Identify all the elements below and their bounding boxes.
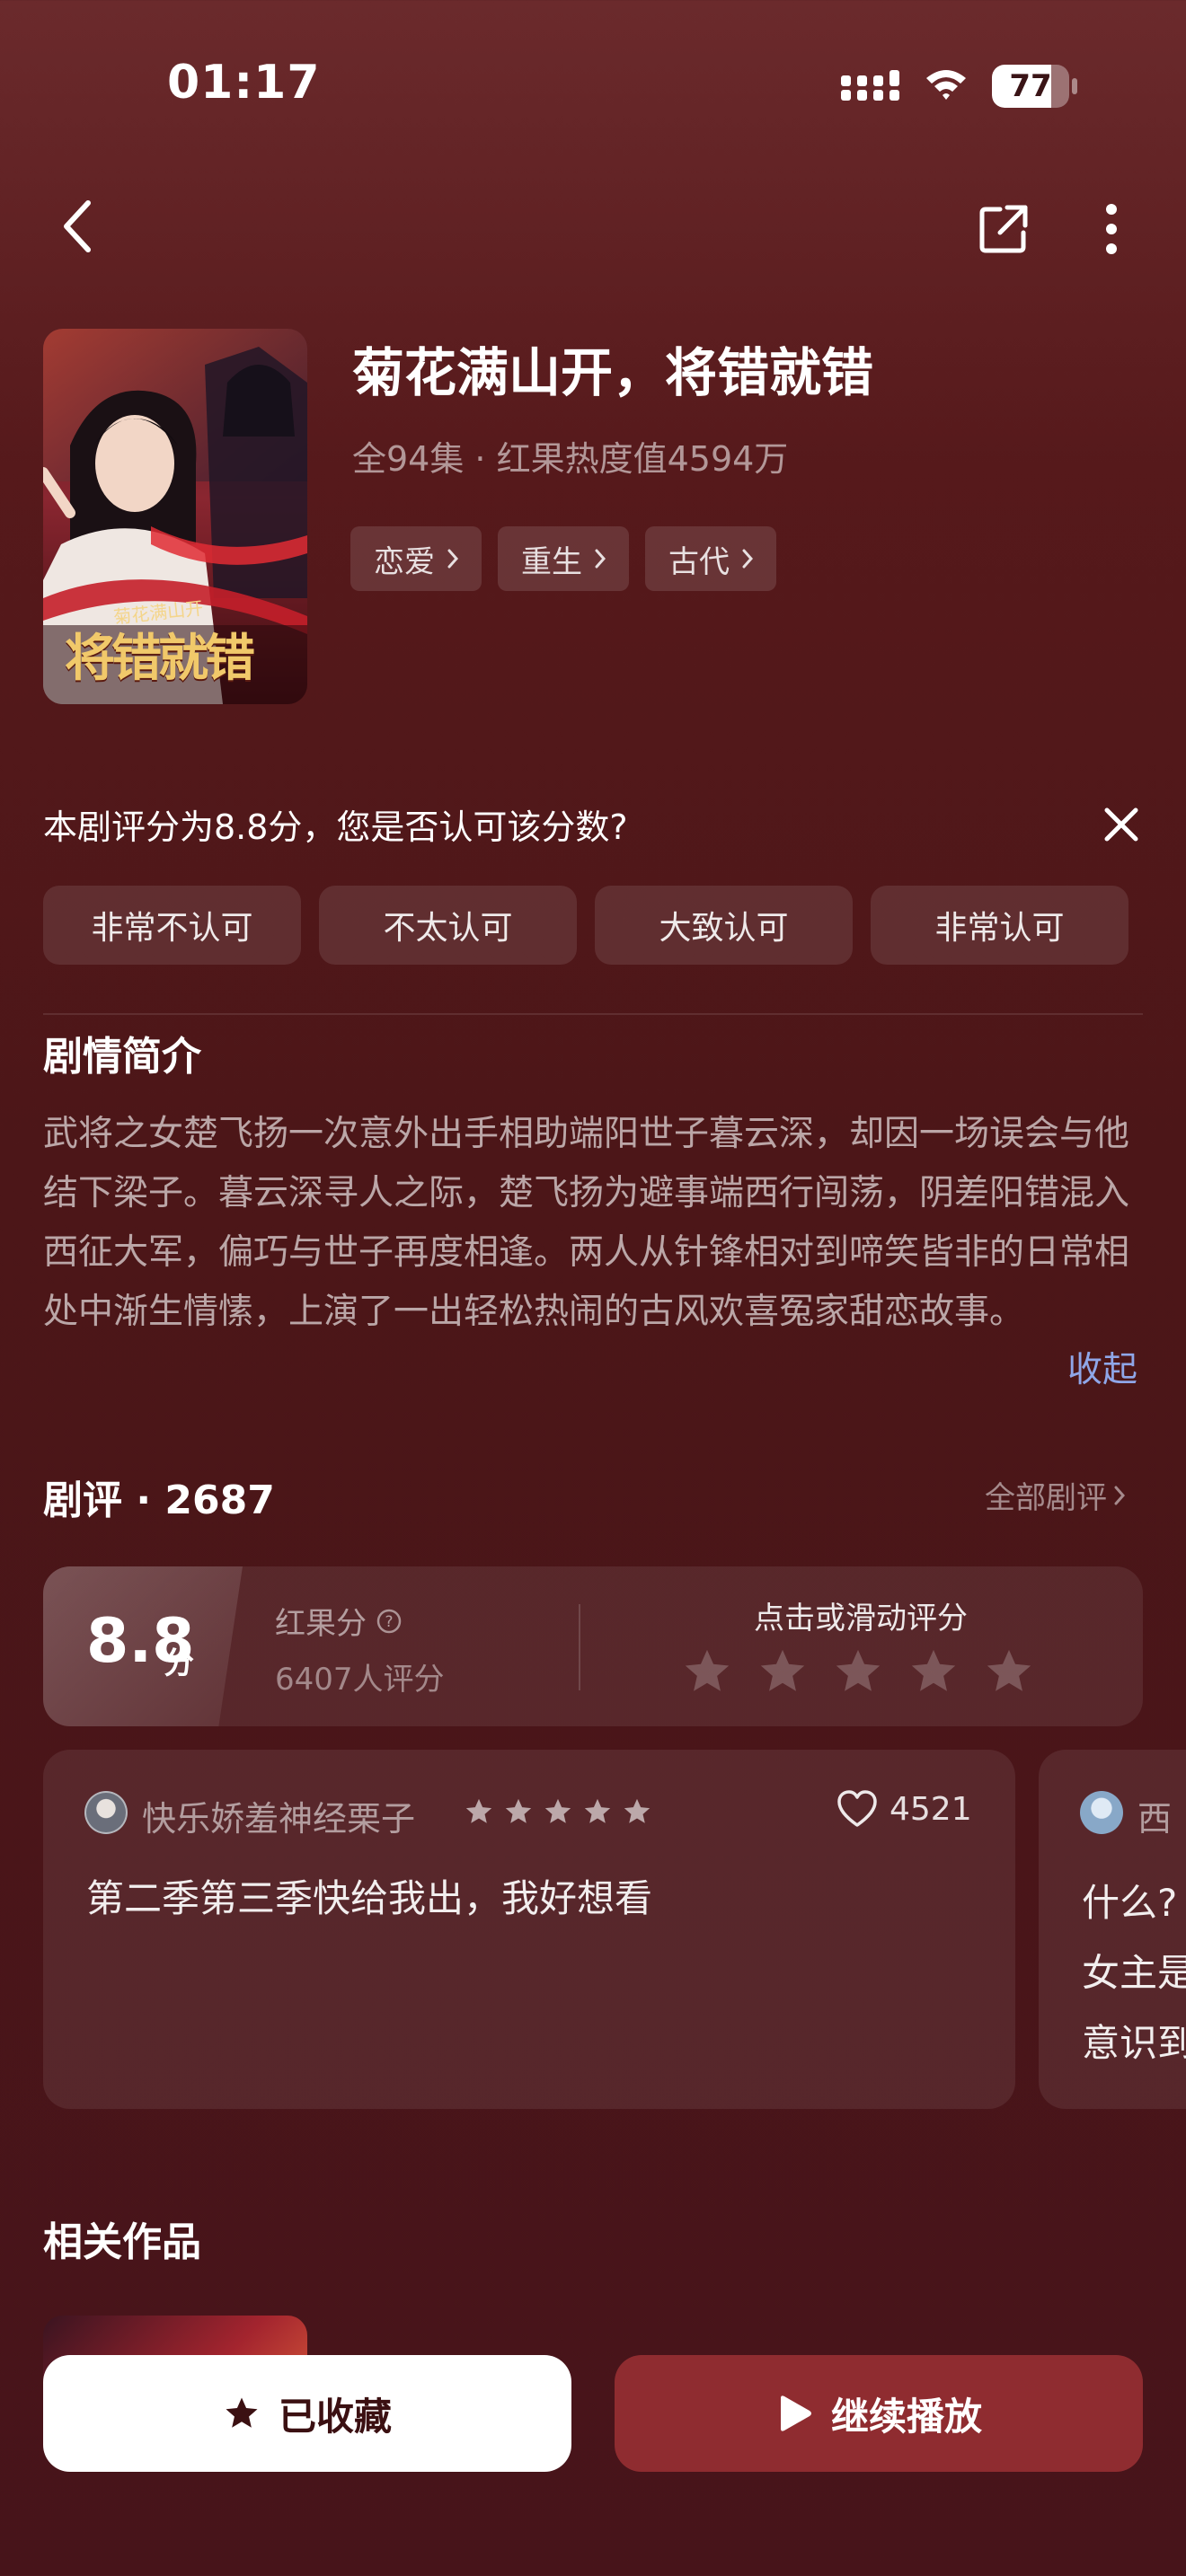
more-options-button[interactable] [1087, 198, 1136, 260]
tag-rebirth[interactable]: 重生 [498, 526, 629, 591]
review-line: 意识到 [1082, 2021, 1186, 2065]
review-text: 第二季第三季快给我出，我好想看 [86, 1876, 653, 1920]
score-card: 8.8 分 红果分 ? 6407人评分 点击或滑动评分 [43, 1566, 1143, 1726]
star-icon [624, 1798, 651, 1823]
rating-prompt-question: 本剧评分为8.8分，您是否认可该分数? [43, 807, 628, 847]
score-separator [579, 1604, 580, 1690]
score-label-text: 红果分 [275, 1606, 367, 1642]
score-label: 红果分 ? [275, 1599, 403, 1643]
star-icon[interactable] [983, 1645, 1035, 1698]
option-disagree[interactable]: 不太认可 [319, 886, 577, 965]
rating-stars[interactable] [681, 1645, 1035, 1698]
status-time: 01:17 [167, 56, 321, 110]
rate-hint: 点击或滑动评分 [754, 1601, 968, 1636]
tag-label: 重生 [521, 543, 582, 580]
poster-title: 将错就错 [65, 629, 255, 688]
review-card[interactable]: 快乐娇羞神经栗子 4521 第二季第三季快给我出，我好想看 [43, 1750, 1015, 2109]
favorite-button[interactable]: 已收藏 [43, 2355, 571, 2472]
option-strongly-disagree[interactable]: 非常不认可 [43, 886, 301, 965]
rating-options: 非常不认可 不太认可 大致认可 非常认可 [43, 886, 1128, 965]
battery-indicator: 77 [992, 65, 1078, 108]
continue-play-button[interactable]: 继续播放 [615, 2355, 1143, 2472]
related-heading: 相关作品 [43, 2219, 201, 2265]
synopsis-text: 武将之女楚飞扬一次意外出手相助端阳世子暮云深，却因一场误会与他结下梁子。暮云深寻… [43, 1114, 1130, 1332]
review-username[interactable]: 西 [1137, 1791, 1172, 1840]
chevron-left-icon [64, 200, 91, 252]
all-reviews-link[interactable]: 全部剧评 [985, 1473, 1125, 1517]
star-icon [465, 1798, 492, 1823]
star-icon [505, 1798, 532, 1823]
close-prompt-button[interactable] [1098, 801, 1145, 848]
chevron-right-icon [742, 549, 753, 569]
reviews-heading: 剧评 · 2687 [43, 1478, 275, 1523]
star-icon [544, 1798, 571, 1823]
all-reviews-label: 全部剧评 [985, 1480, 1107, 1516]
show-poster[interactable]: 菊花满山开 将错就错 [43, 329, 307, 704]
help-icon[interactable]: ? [376, 1608, 403, 1635]
play-icon [780, 2395, 811, 2431]
cellular-signal-icon [841, 70, 899, 101]
tag-label: 恋爱 [374, 543, 435, 580]
close-icon [1104, 807, 1138, 842]
svg-text:?: ? [385, 1613, 393, 1631]
like-button[interactable]: 4521 [836, 1789, 972, 1829]
avatar[interactable] [84, 1791, 128, 1834]
back-button[interactable] [50, 194, 104, 259]
review-card[interactable]: 西 什么? 女主是 意识到 [1039, 1750, 1186, 2109]
chevron-right-icon [447, 549, 458, 569]
star-icon[interactable] [907, 1645, 960, 1698]
play-label: 继续播放 [830, 2394, 982, 2439]
option-strongly-agree[interactable]: 非常认可 [871, 886, 1128, 965]
like-count: 4521 [890, 1790, 972, 1828]
synopsis-heading: 剧情简介 [43, 1034, 201, 1080]
review-stars [464, 1796, 652, 1827]
score-unit: 分 [164, 1645, 194, 1681]
tag-romance[interactable]: 恋爱 [350, 526, 482, 591]
share-button[interactable] [972, 198, 1035, 260]
tag-ancient[interactable]: 古代 [645, 526, 776, 591]
battery-percent: 77 [1009, 68, 1052, 104]
star-icon[interactable] [832, 1645, 884, 1698]
review-line: 女主是 [1082, 1951, 1186, 1995]
rater-count: 6407人评分 [275, 1662, 445, 1698]
more-vertical-icon [1106, 204, 1117, 254]
avatar[interactable] [1080, 1791, 1123, 1834]
show-title: 菊花满山开，将错就错 [352, 342, 874, 403]
chevron-right-icon [595, 549, 606, 569]
collapse-link[interactable]: 收起 [1067, 1342, 1137, 1392]
favorite-label: 已收藏 [278, 2394, 392, 2439]
option-agree[interactable]: 大致认可 [595, 886, 853, 965]
wifi-icon [926, 70, 966, 100]
show-meta: 全94集 · 红果热度值4594万 [352, 439, 789, 479]
star-filled-icon [226, 2397, 258, 2428]
star-icon[interactable] [757, 1645, 809, 1698]
tag-label: 古代 [668, 543, 730, 580]
star-icon [584, 1798, 611, 1823]
review-username[interactable]: 快乐娇羞神经栗子 [142, 1791, 415, 1840]
star-icon[interactable] [681, 1645, 733, 1698]
chevron-right-icon [1114, 1486, 1125, 1504]
review-line: 什么? [1082, 1881, 1178, 1925]
heart-icon [837, 1790, 877, 1827]
share-icon [979, 205, 1028, 253]
tag-list: 恋爱 重生 古代 [350, 526, 776, 591]
divider [43, 1013, 1143, 1015]
review-text: 什么? 女主是 意识到 [1082, 1868, 1186, 2078]
